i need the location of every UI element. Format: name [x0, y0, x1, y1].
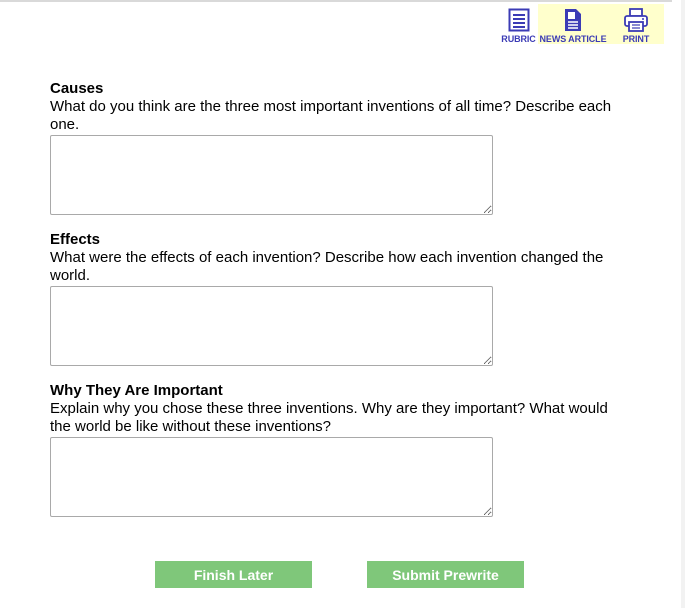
rubric-button[interactable]: RUBRIC [499, 4, 538, 44]
prewrite-page: RUBRIC NEWS ARTICLE PRINT Causes What do… [0, 0, 685, 608]
section-effects: Effects What were the effects of each in… [50, 231, 620, 366]
finish-later-button[interactable]: Finish Later [155, 561, 312, 588]
section-causes: Causes What do you think are the three m… [50, 80, 620, 215]
section-heading: Effects [50, 231, 101, 248]
top-divider [0, 0, 672, 2]
section-heading: Why They Are Important [50, 382, 223, 399]
news-article-icon [563, 7, 583, 32]
scroll-edge [681, 0, 685, 608]
section-heading: Causes [50, 80, 104, 97]
submit-prewrite-button[interactable]: Submit Prewrite [367, 561, 524, 588]
causes-textarea[interactable] [50, 135, 493, 215]
effects-textarea[interactable] [50, 286, 493, 366]
section-prompt: What do you think are the three most imp… [50, 98, 612, 133]
section-prompt: Explain why you chose these three invent… [50, 400, 608, 435]
print-label: PRINT [622, 34, 650, 44]
rubric-label: RUBRIC [501, 34, 536, 44]
section-importance: Why They Are Important Explain why you c… [50, 382, 620, 517]
print-button[interactable]: PRINT [608, 4, 664, 44]
news-article-label: NEWS ARTICLE [539, 34, 607, 44]
rubric-icon [508, 7, 530, 32]
toolbar: RUBRIC NEWS ARTICLE PRINT [499, 4, 664, 44]
importance-textarea[interactable] [50, 437, 493, 517]
section-prompt: What were the effects of each invention?… [50, 249, 604, 284]
printer-icon [623, 7, 649, 32]
news-article-button[interactable]: NEWS ARTICLE [538, 4, 608, 44]
